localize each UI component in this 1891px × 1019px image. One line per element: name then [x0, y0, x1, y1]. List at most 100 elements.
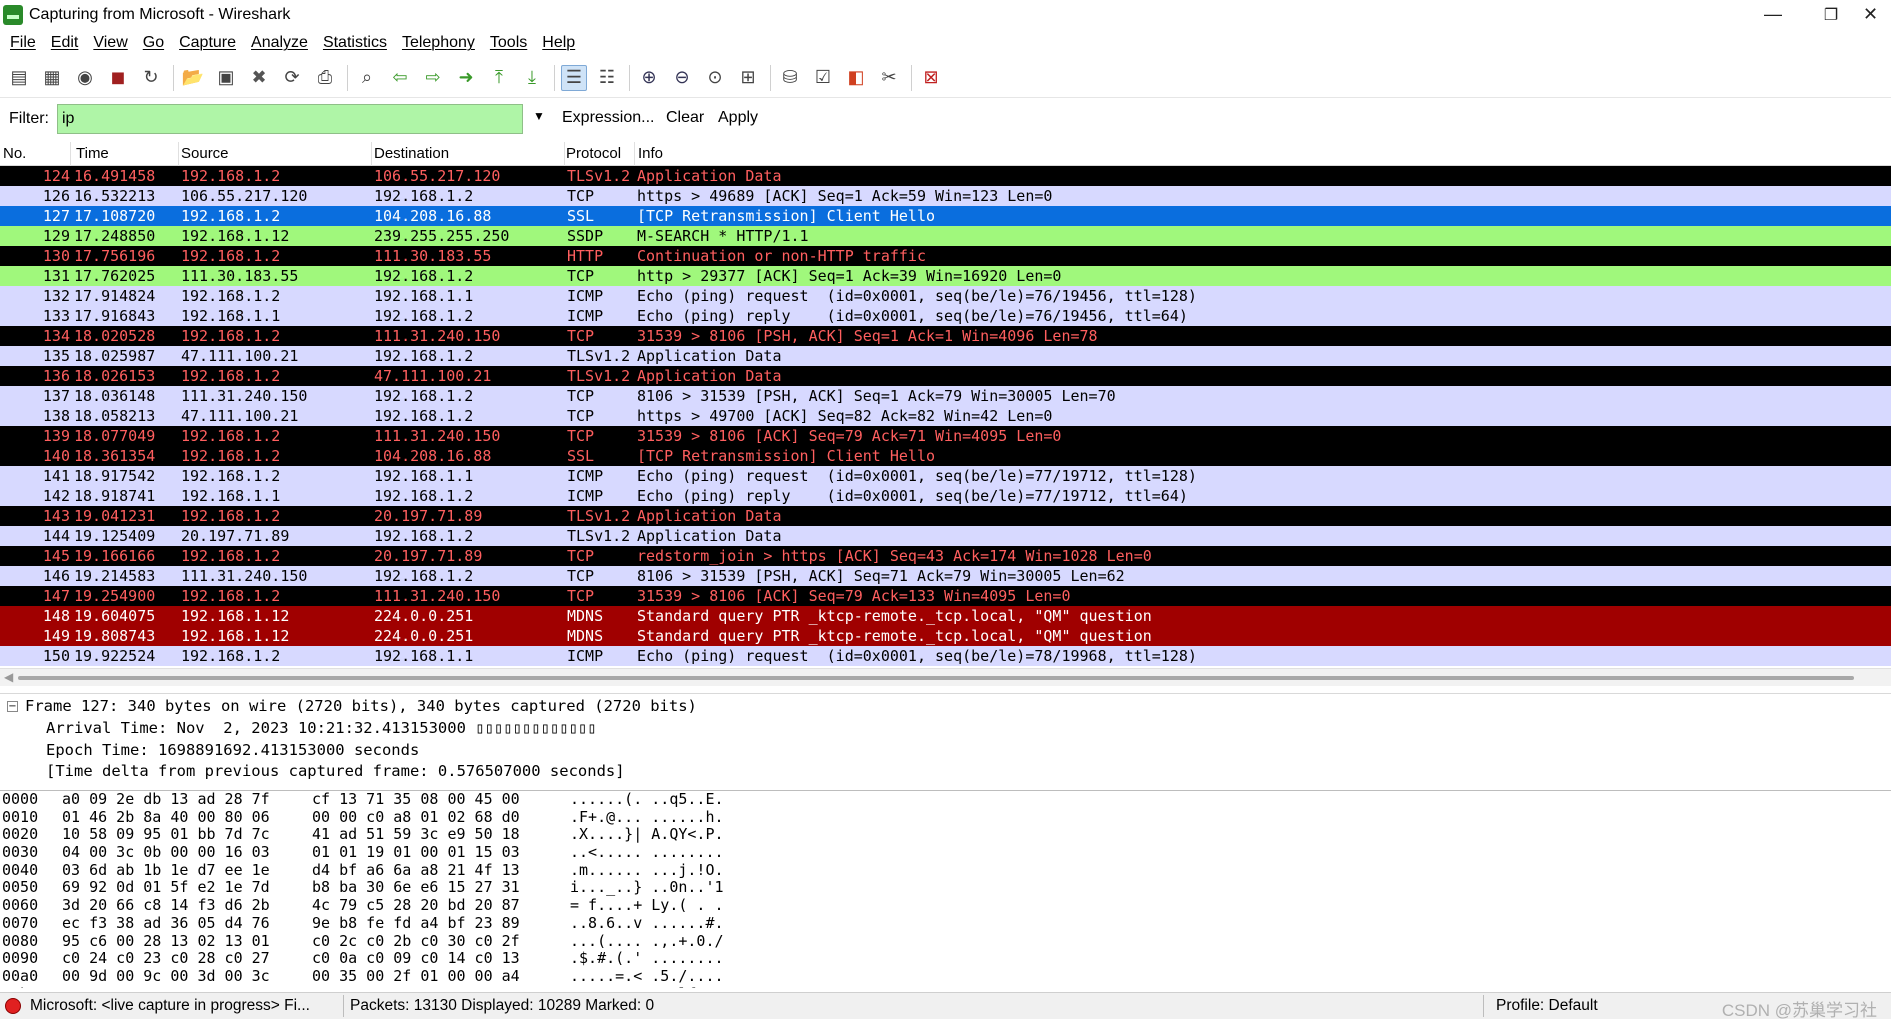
packet-row[interactable]: 145 19.166166 192.168.1.2 20.197.71.89 TCP re…: [0, 546, 1891, 566]
go-back-icon[interactable]: ⇦: [387, 65, 413, 91]
menu-file[interactable]: File: [4, 29, 45, 57]
packet-row[interactable]: 146 19.214583 111.31.240.150 192.168.1.2 TCP…: [0, 566, 1891, 586]
go-to-packet-icon[interactable]: ➜: [453, 65, 479, 91]
stop-capture-icon[interactable]: ◼: [105, 65, 131, 91]
preferences-icon[interactable]: ✂: [876, 65, 902, 91]
scroll-left-icon[interactable]: ◀: [4, 670, 13, 684]
menu-go[interactable]: Go: [137, 29, 173, 57]
hex-off: 0070: [2, 913, 39, 932]
apply-button[interactable]: Apply: [718, 109, 758, 127]
hex-line[interactable]: 0020 10 58 09 95 01 bb 7d 7c 41 ad 51 59 3…: [0, 826, 1891, 844]
hex-line[interactable]: 0010 01 46 2b 8a 40 00 80 06 00 00 c0 a8 0…: [0, 808, 1891, 827]
zoom-in-icon[interactable]: ⊕: [636, 65, 662, 91]
menu-edit[interactable]: Edit: [45, 29, 88, 57]
save-file-icon[interactable]: ▣: [213, 65, 239, 91]
open-file-icon[interactable]: 📂: [180, 65, 206, 91]
print-icon[interactable]: ⎙: [312, 65, 338, 91]
menu-view[interactable]: View: [87, 29, 136, 57]
packet-row[interactable]: 131 17.762025 111.30.183.55 192.168.1.2 TCP h…: [0, 266, 1891, 286]
detail-delta[interactable]: [Time delta from previous captured frame…: [46, 762, 625, 780]
go-first-icon[interactable]: ⤒: [486, 65, 512, 91]
packet-row[interactable]: 138 18.058213 47.111.100.21 192.168.1.2 TCP h…: [0, 406, 1891, 426]
filter-dropdown-icon[interactable]: ▼: [533, 109, 545, 123]
packet-row[interactable]: 129 17.248850 192.168.1.12 239.255.255.250 S…: [0, 226, 1891, 246]
menu-tools[interactable]: Tools: [484, 29, 536, 57]
packet-row[interactable]: 132 17.914824 192.168.1.2 192.168.1.1 ICMP Ec…: [0, 286, 1891, 306]
hex-line[interactable]: 0060 3d 20 66 c8 14 f3 d6 2b 4c 79 c5 28 2…: [0, 896, 1891, 915]
hex-line[interactable]: 0090 c0 24 c0 23 c0 28 c0 27 c0 0a c0 09 c…: [0, 949, 1891, 968]
packet-row[interactable]: 124 16.491458 192.168.1.2 106.55.217.120 TLS…: [0, 166, 1891, 186]
collapse-icon[interactable]: −: [7, 701, 18, 712]
packet-row[interactable]: 141 18.917542 192.168.1.2 192.168.1.1 ICMP Ec…: [0, 466, 1891, 486]
hex-off: 00a0: [2, 966, 39, 985]
col-destination[interactable]: Destination: [374, 145, 449, 162]
packet-row[interactable]: 133 17.916843 192.168.1.1 192.168.1.2 ICMP Ec…: [0, 306, 1891, 326]
packet-row[interactable]: 134 18.020528 192.168.1.2 111.31.240.150 TCP…: [0, 326, 1891, 346]
packet-row[interactable]: 147 19.254900 192.168.1.2 111.31.240.150 TCP…: [0, 586, 1891, 606]
scrollbar-thumb[interactable]: [18, 676, 1854, 680]
auto-scroll-icon[interactable]: ☷: [594, 65, 620, 91]
detail-frame[interactable]: Frame 127: 340 bytes on wire (2720 bits)…: [25, 697, 697, 715]
packet-row[interactable]: 136 18.026153 192.168.1.2 47.111.100.21 TLSv…: [0, 366, 1891, 386]
packet-row[interactable]: 126 16.532213 106.55.217.120 192.168.1.2 TCP…: [0, 186, 1891, 206]
coloring-rules-icon[interactable]: ◧: [843, 65, 869, 91]
options-icon[interactable]: ▦: [39, 65, 65, 91]
packet-row[interactable]: 143 19.041231 192.168.1.2 20.197.71.89 TLSv1…: [0, 506, 1891, 526]
packet-row[interactable]: 137 18.036148 111.31.240.150 192.168.1.2 TCP…: [0, 386, 1891, 406]
interfaces-icon[interactable]: ▤: [6, 65, 32, 91]
packet-list-hscrollbar[interactable]: ◀: [0, 668, 1891, 686]
hex-line[interactable]: 0080 95 c6 00 28 13 02 13 01 c0 2c c0 2b c…: [0, 932, 1891, 951]
display-filters-icon[interactable]: ☑: [810, 65, 836, 91]
zoom-out-icon[interactable]: ⊖: [669, 65, 695, 91]
col-no[interactable]: No.: [3, 145, 26, 162]
minimize-button[interactable]: —: [1744, 0, 1802, 29]
packet-row[interactable]: 139 18.077049 192.168.1.2 111.31.240.150 TCP…: [0, 426, 1891, 446]
packet-row[interactable]: 127 17.108720 192.168.1.2 104.208.16.88 SSL […: [0, 206, 1891, 226]
hex-line[interactable]: 0000 a0 09 2e db 13 ad 28 7f cf 13 71 35 0…: [0, 791, 1891, 809]
packet-row[interactable]: 150 19.922524 192.168.1.2 192.168.1.1 ICMP Ec…: [0, 646, 1891, 666]
packet-row[interactable]: 144 19.125409 20.197.71.89 192.168.1.2 TLSv1…: [0, 526, 1891, 546]
menu-capture[interactable]: Capture: [173, 29, 245, 57]
normal-size-icon[interactable]: ⊙: [702, 65, 728, 91]
hex-line[interactable]: 00a0 00 9d 00 9c 00 3d 00 3c 00 35 00 2f 0…: [0, 966, 1891, 986]
status-profile[interactable]: Profile: Default: [1496, 997, 1598, 1015]
col-protocol[interactable]: Protocol: [566, 145, 621, 162]
col-source[interactable]: Source: [181, 145, 229, 162]
menu-statistics[interactable]: Statistics: [317, 29, 396, 57]
capture-filters-icon[interactable]: ⛁: [777, 65, 803, 91]
packet-row[interactable]: 140 18.361354 192.168.1.2 104.208.16.88 SSL […: [0, 446, 1891, 466]
go-last-icon[interactable]: ⤓: [519, 65, 545, 91]
detail-epoch[interactable]: Epoch Time: 1698891692.413153000 seconds: [46, 741, 419, 759]
packet-row[interactable]: 148 19.604075 192.168.1.12 224.0.0.251 MDNS S…: [0, 606, 1891, 626]
display-filter-input[interactable]: [57, 104, 523, 134]
menu-analyze[interactable]: Analyze: [245, 29, 317, 57]
close-button[interactable]: ✕: [1850, 0, 1891, 29]
hex-line[interactable]: 0030 04 00 3c 0b 00 00 16 03 01 01 19 01 0…: [0, 843, 1891, 862]
hex-line[interactable]: 0070 ec f3 38 ad 36 05 d4 76 9e b8 fe fd a…: [0, 913, 1891, 933]
resize-columns-icon[interactable]: ⊞: [735, 65, 761, 91]
col-time[interactable]: Time: [76, 145, 109, 162]
hex-off: 0050: [2, 878, 39, 897]
colorize-icon[interactable]: ☰: [561, 64, 587, 91]
reload-icon[interactable]: ⟳: [279, 65, 305, 91]
capture-status-icon[interactable]: [5, 998, 21, 1014]
detail-arrival[interactable]: Arrival Time: Nov 2, 2023 10:21:32.41315…: [46, 719, 597, 737]
hex-line[interactable]: 0040 03 6d ab 1b 1e d7 ee 1e d4 bf a6 6a a…: [0, 861, 1891, 880]
close-file-icon[interactable]: ✖: [246, 65, 272, 91]
col-info[interactable]: Info: [638, 145, 663, 162]
packet-row[interactable]: 135 18.025987 47.111.100.21 192.168.1.2 TLSv…: [0, 346, 1891, 366]
find-packet-icon[interactable]: ⌕: [354, 65, 380, 91]
clear-button[interactable]: Clear: [666, 109, 704, 127]
menu-telephony[interactable]: Telephony: [396, 29, 484, 57]
packet-row[interactable]: 130 17.756196 192.168.1.2 111.30.183.55 HTTP…: [0, 246, 1891, 266]
packet-row[interactable]: 149 19.808743 192.168.1.12 224.0.0.251 MDNS S…: [0, 626, 1891, 646]
help-icon[interactable]: ⊠: [918, 65, 944, 91]
packet-row[interactable]: 142 18.918741 192.168.1.1 192.168.1.2 ICMP Ec…: [0, 486, 1891, 506]
hex-line[interactable]: 0050 69 92 0d 01 5f e2 1e 7d b8 ba 30 6e e…: [0, 879, 1891, 897]
restart-capture-icon[interactable]: ↻: [138, 65, 164, 91]
hex-line[interactable]: 00b0 00 00 00 23 00 21 00 00 1e 73 65 6c 6…: [0, 985, 1891, 988]
start-capture-icon[interactable]: ◉: [72, 65, 98, 91]
expression-button[interactable]: Expression...: [562, 109, 654, 127]
go-forward-icon[interactable]: ⇨: [420, 65, 446, 91]
menu-help[interactable]: Help: [536, 29, 584, 57]
